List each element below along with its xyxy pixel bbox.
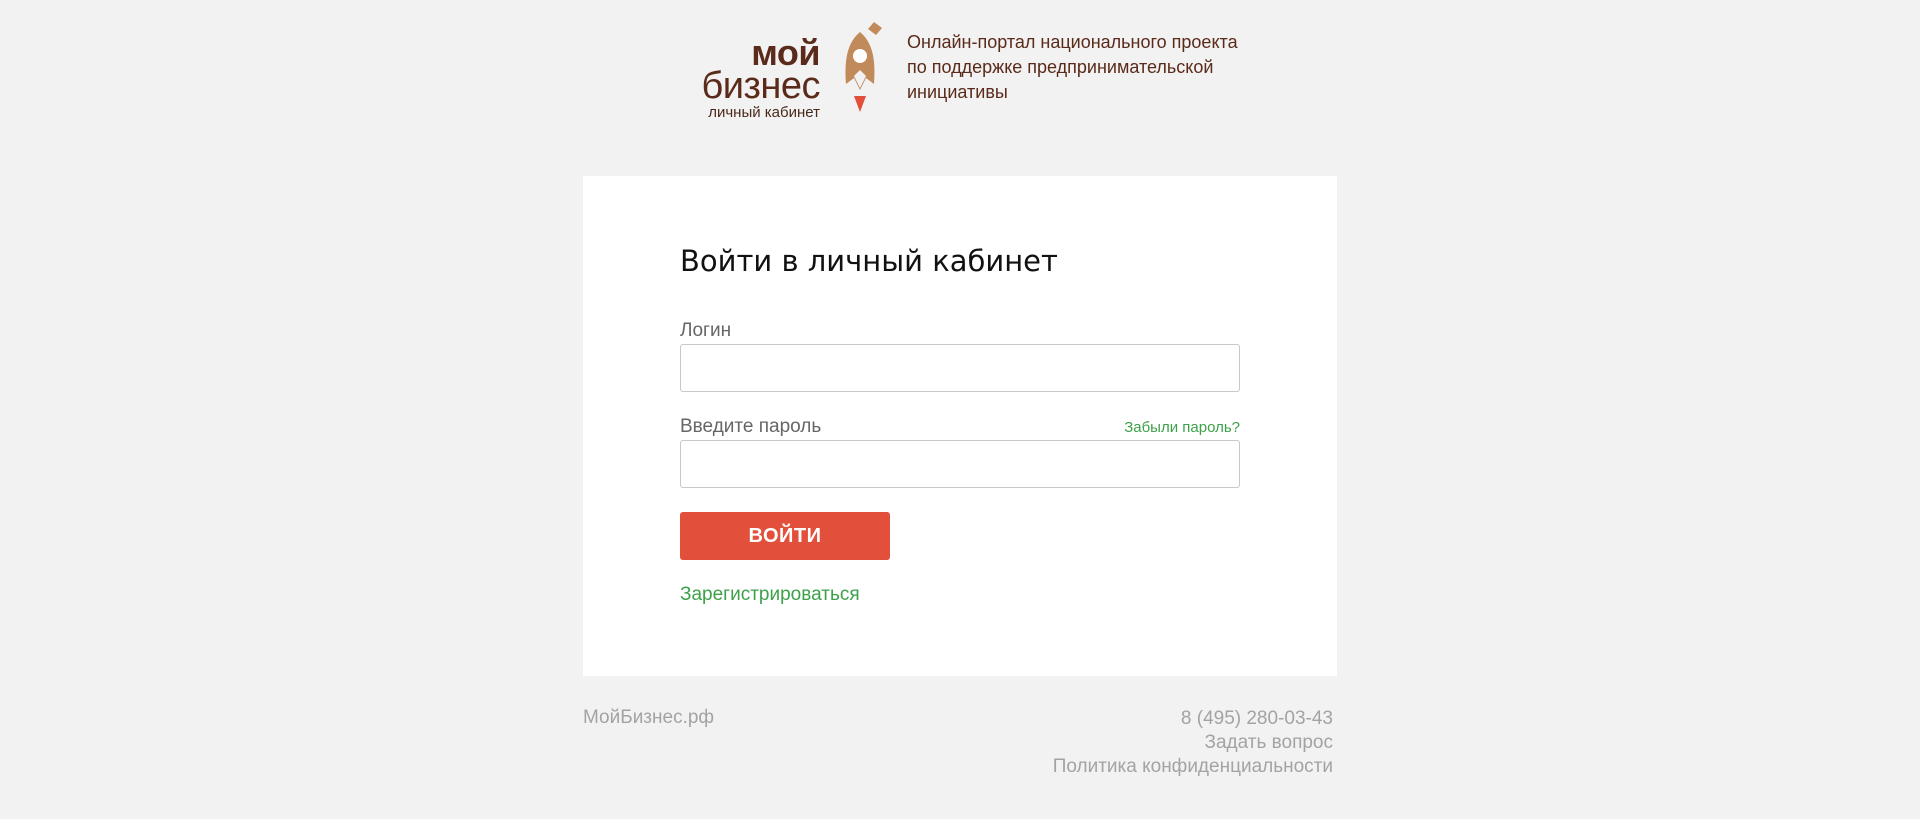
login-title: Войти в личный кабинет <box>680 244 1058 278</box>
footer-site-link[interactable]: МойБизнес.рф <box>583 707 714 729</box>
brand-logo[interactable]: мой бизнес личный кабинет <box>670 18 890 121</box>
footer-ask-link[interactable]: Задать вопрос <box>1000 731 1333 755</box>
logo-text: мой бизнес личный кабинет <box>670 32 820 122</box>
register-link[interactable]: Зарегистрироваться <box>680 584 860 606</box>
login-input[interactable] <box>680 344 1240 392</box>
footer-contacts: 8 (495) 280-03-43 Задать вопрос Политика… <box>1000 707 1333 779</box>
tagline-line-1: Онлайн-портал национального проекта <box>907 32 1238 52</box>
logo-subtitle: личный кабинет <box>708 104 820 121</box>
password-input[interactable] <box>680 440 1240 488</box>
login-card: Войти в личный кабинет Логин Введите пар… <box>583 176 1337 676</box>
password-label: Введите пароль <box>680 416 822 437</box>
logo-line-1: мой <box>751 32 820 73</box>
footer-phone: 8 (495) 280-03-43 <box>1180 708 1333 729</box>
rocket-icon <box>845 22 882 112</box>
login-label: Логин <box>680 320 732 341</box>
tagline-line-2: по поддержке предпринимательской <box>907 57 1214 77</box>
tagline-line-3: инициативы <box>907 82 1008 102</box>
page-header: мой бизнес личный кабинет Онлайн-портал … <box>0 0 1920 130</box>
login-button[interactable]: ВОЙТИ <box>680 512 890 560</box>
forgot-password-link[interactable]: Забыли пароль? <box>1124 419 1240 436</box>
tagline: Онлайн-портал национального проекта по п… <box>907 30 1267 105</box>
footer-privacy-link[interactable]: Политика конфиденциальности <box>1000 755 1333 779</box>
logo-line-2: бизнес <box>701 65 820 107</box>
